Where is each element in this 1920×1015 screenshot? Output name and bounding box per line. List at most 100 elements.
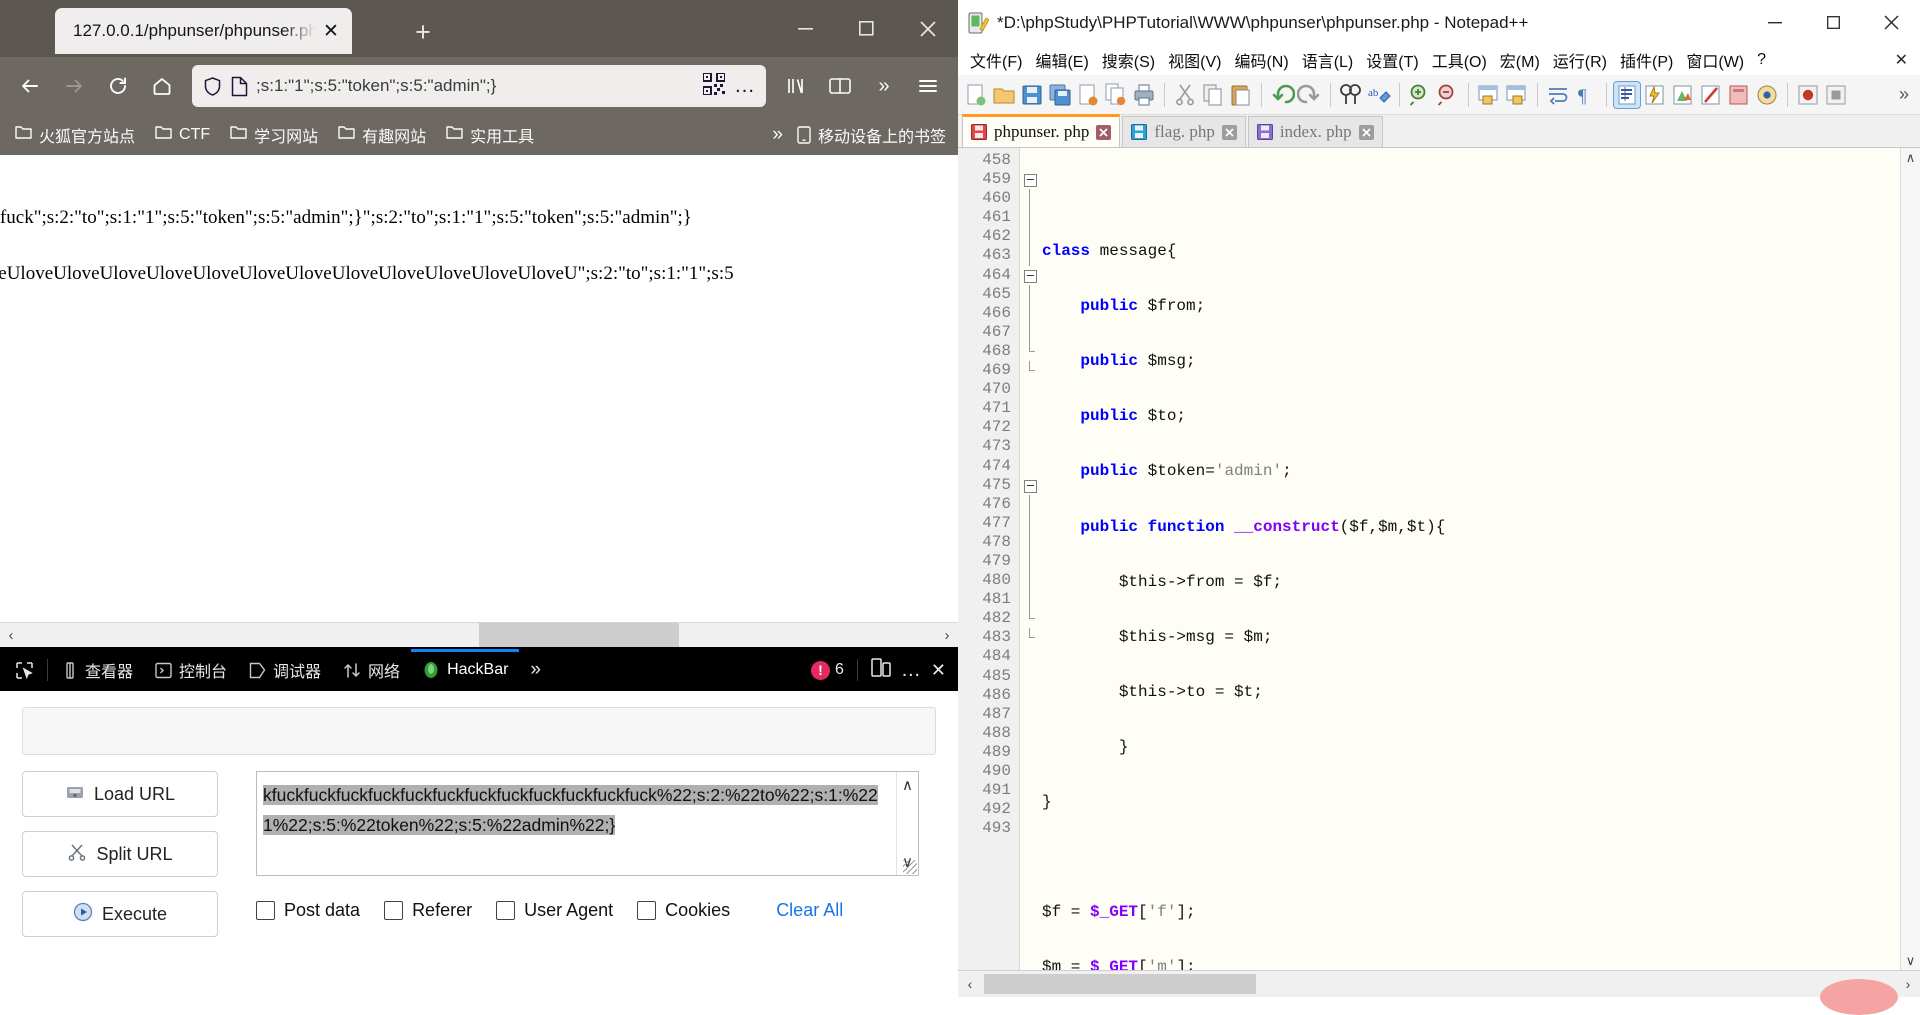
close-all-files-icon[interactable] [1103, 82, 1129, 108]
user-defined-language-icon[interactable] [1642, 82, 1668, 108]
print-icon[interactable] [1131, 82, 1157, 108]
shield-icon[interactable] [202, 76, 223, 97]
close-icon[interactable] [1862, 0, 1920, 45]
close-icon[interactable] [897, 0, 958, 57]
scroll-thumb[interactable] [479, 623, 679, 647]
cut-icon[interactable] [1172, 82, 1198, 108]
menu-language[interactable]: 语言(L) [1296, 45, 1360, 75]
menu-plugins[interactable]: 插件(P) [1614, 45, 1679, 75]
hamburger-menu-icon[interactable] [906, 64, 950, 108]
tab-close-icon[interactable] [1358, 124, 1374, 140]
devtools-tabs-overflow[interactable]: » [519, 649, 552, 691]
editor-tab-phpunser[interactable]: phpunser. php [962, 114, 1121, 147]
save-all-icon[interactable] [1047, 82, 1073, 108]
checkbox-user-agent[interactable]: User Agent [496, 900, 613, 921]
bookmark-item-fun[interactable]: 有趣网站 [329, 119, 435, 151]
url-bar[interactable]: ;s:1:"1";s:5:"token";s:5:"admin";} … [192, 65, 766, 107]
execute-button[interactable]: Execute [22, 891, 218, 937]
devtools-tab-console[interactable]: 控制台 [144, 649, 238, 691]
code-folding-column[interactable] [1020, 148, 1042, 970]
record-icon[interactable] [1795, 82, 1821, 108]
element-picker-icon[interactable] [4, 649, 44, 691]
page-horizontal-scrollbar[interactable]: ‹ › [0, 622, 958, 647]
checkbox-referer[interactable]: Referer [384, 900, 472, 921]
close-file-icon[interactable] [1075, 82, 1101, 108]
sync-scroll-vertical-icon[interactable] [1476, 82, 1502, 108]
stop-macro-recording-icon[interactable] [1698, 82, 1724, 108]
back-icon[interactable] [8, 64, 52, 108]
menu-settings[interactable]: 设置(T) [1360, 45, 1424, 75]
paste-icon[interactable] [1228, 82, 1254, 108]
checkbox-icon[interactable] [496, 901, 516, 920]
checkbox-icon[interactable] [256, 901, 275, 920]
checkbox-icon[interactable] [384, 901, 404, 920]
stop-icon[interactable] [1823, 82, 1849, 108]
open-file-icon[interactable] [991, 82, 1017, 108]
error-count-badge[interactable]: ! 6 [811, 660, 844, 680]
tab-close-icon[interactable] [1096, 124, 1112, 140]
maximize-icon[interactable] [1804, 0, 1862, 45]
scroll-right-icon[interactable]: › [1896, 976, 1920, 992]
devtools-tab-inspector[interactable]: 查看器 [51, 649, 144, 691]
replace-icon[interactable]: ab [1366, 82, 1392, 108]
forward-icon[interactable] [52, 64, 96, 108]
toolbar-overflow-icon[interactable]: » [862, 64, 906, 108]
devtools-close-icon[interactable]: ✕ [931, 660, 946, 681]
toolbar-overflow-icon[interactable]: » [1899, 84, 1915, 105]
editor-vertical-scrollbar[interactable]: ∧ ∨ [1900, 148, 1920, 970]
bookmarks-overflow-icon[interactable]: » [772, 124, 783, 146]
tab-close-icon[interactable]: ✕ [316, 16, 346, 46]
checkbox-cookies[interactable]: Cookies [637, 900, 730, 921]
scroll-thumb[interactable] [984, 974, 1256, 994]
scroll-up-icon[interactable]: ∧ [902, 776, 913, 794]
bookmark-item-ctf[interactable]: CTF [146, 121, 219, 149]
menu-file[interactable]: 文件(F) [964, 45, 1028, 75]
menu-tools[interactable]: 工具(O) [1426, 45, 1493, 75]
devtools-tab-hackbar[interactable]: HackBar [411, 649, 520, 691]
menu-window[interactable]: 窗口(W) [1680, 45, 1750, 75]
page-icon[interactable] [230, 76, 249, 97]
indent-guide-icon[interactable] [1613, 80, 1641, 109]
zoom-out-icon[interactable] [1435, 82, 1461, 108]
hackbar-url-field[interactable]: kfuckfuckfuckfuckfuckfuckfuckfuckfuckfuc… [256, 771, 919, 876]
scroll-down-icon[interactable]: ∨ [1901, 951, 1920, 970]
scroll-left-icon[interactable]: ‹ [958, 976, 982, 992]
fold-toggle-class[interactable] [1020, 170, 1042, 189]
urlbar-more-icon[interactable]: … [734, 75, 756, 96]
close-document-icon[interactable]: ✕ [1889, 47, 1920, 73]
menu-search[interactable]: 搜索(S) [1096, 45, 1161, 75]
word-wrap-icon[interactable] [1545, 82, 1571, 108]
save-icon[interactable] [1019, 82, 1045, 108]
menu-macro[interactable]: 宏(M) [1494, 45, 1546, 75]
checkbox-post-data[interactable]: Post data [256, 900, 360, 921]
scroll-right-icon[interactable]: › [936, 627, 958, 644]
find-icon[interactable] [1338, 82, 1364, 108]
editor-tab-flag[interactable]: flag. php [1122, 116, 1246, 147]
qr-code-icon[interactable] [702, 71, 726, 100]
minimize-icon[interactable] [1746, 0, 1804, 45]
menu-edit[interactable]: 编辑(E) [1029, 45, 1094, 75]
new-file-icon[interactable] [963, 82, 989, 108]
responsive-design-mode-icon[interactable] [871, 658, 891, 682]
devtools-options-icon[interactable]: … [901, 660, 921, 680]
undo-icon[interactable] [1269, 82, 1296, 108]
checkbox-icon[interactable] [637, 901, 657, 920]
tab-close-icon[interactable] [1221, 124, 1237, 140]
minimize-icon[interactable] [775, 0, 836, 57]
sync-scroll-horizontal-icon[interactable] [1504, 82, 1530, 108]
zoom-in-icon[interactable] [1407, 82, 1433, 108]
hackbar-top-field[interactable] [22, 707, 936, 755]
fold-toggle-if[interactable] [1020, 476, 1042, 495]
devtools-tab-debugger[interactable]: 调试器 [238, 649, 332, 691]
menu-help[interactable]: ? [1751, 48, 1772, 72]
menu-encoding[interactable]: 编码(N) [1228, 45, 1294, 75]
code-text-area[interactable]: class message{ public $from; public $msg… [1042, 148, 1920, 970]
resize-handle[interactable] [903, 860, 917, 874]
scroll-left-icon[interactable]: ‹ [0, 627, 22, 644]
reader-view-icon[interactable] [818, 64, 862, 108]
hackbar-url-text[interactable]: kfuckfuckfuckfuckfuckfuckfuckfuckfuckfuc… [257, 772, 896, 875]
editor-horizontal-scrollbar[interactable]: ‹ › [958, 970, 1920, 1015]
bookmark-item-firefox[interactable]: 火狐官方站点 [6, 119, 144, 151]
url-text[interactable]: ;s:1:"1";s:5:"token";s:5:"admin";} [256, 76, 696, 96]
split-url-button[interactable]: Split URL [22, 831, 218, 877]
